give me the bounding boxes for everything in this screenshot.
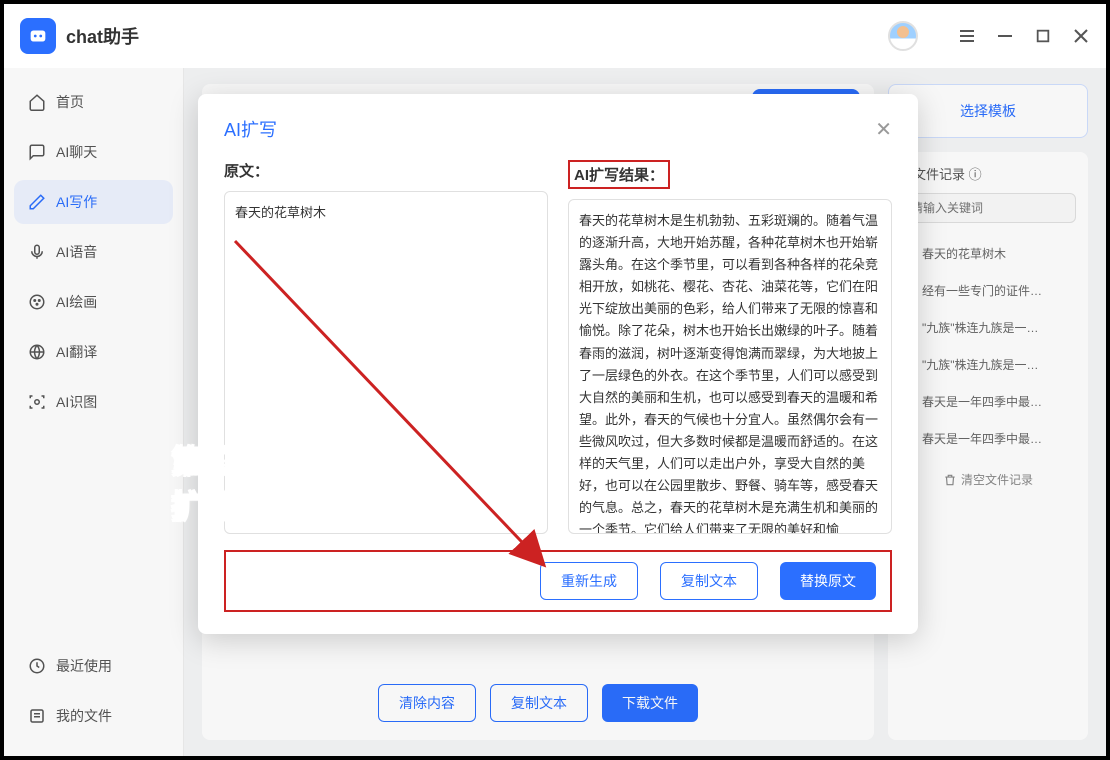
modal-footer: 重新生成 复制文本 替换原文 bbox=[224, 550, 892, 612]
modal-title: AI扩写 bbox=[224, 116, 277, 142]
regenerate-button[interactable]: 重新生成 bbox=[540, 562, 638, 600]
app-logo bbox=[20, 18, 56, 54]
result-label: AI扩写结果： bbox=[568, 160, 670, 189]
source-textarea[interactable] bbox=[224, 191, 548, 534]
copy-text-button[interactable]: 复制文本 bbox=[660, 562, 758, 600]
app-title: chat助手 bbox=[66, 23, 139, 49]
avatar[interactable] bbox=[888, 21, 918, 51]
result-text[interactable]: 春天的花草树木是生机勃勃、五彩斑斓的。随着气温的逐渐升高，大地开始苏醒，各种花草… bbox=[568, 199, 892, 534]
ai-expand-modal: AI扩写 ✕ 原文： AI扩写结果： 春天的花草树木是生机勃勃、五彩斑斓的。随着… bbox=[198, 94, 918, 634]
modal-source-column: 原文： bbox=[224, 160, 548, 534]
modal-close-icon[interactable]: ✕ bbox=[875, 117, 892, 142]
maximize-icon[interactable] bbox=[1034, 27, 1052, 45]
menu-icon[interactable] bbox=[958, 27, 976, 45]
close-icon[interactable] bbox=[1072, 27, 1090, 45]
minimize-icon[interactable] bbox=[996, 27, 1014, 45]
modal-result-column: AI扩写结果： 春天的花草树木是生机勃勃、五彩斑斓的。随着气温的逐渐升高，大地开… bbox=[568, 160, 892, 534]
title-bar: chat助手 bbox=[4, 4, 1106, 68]
source-label: 原文： bbox=[224, 160, 548, 181]
replace-original-button[interactable]: 替换原文 bbox=[780, 562, 876, 600]
